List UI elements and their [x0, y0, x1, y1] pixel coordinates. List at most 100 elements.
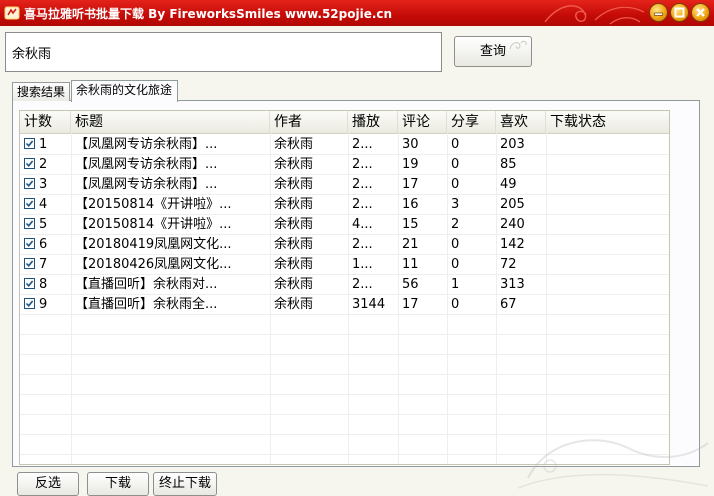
cell-author: 余秋雨 [270, 255, 348, 275]
search-input[interactable] [5, 32, 442, 72]
author-text: 余秋雨 [274, 197, 314, 212]
shares-text: 1 [451, 277, 460, 292]
author-text: 余秋雨 [274, 277, 314, 292]
check-icon [25, 140, 34, 148]
cell-shares: 0 [447, 155, 496, 175]
cell-comments: 15 [398, 215, 447, 235]
cell-author: 余秋雨 [270, 195, 348, 215]
plays-text: 2... [352, 177, 373, 192]
column-header-title[interactable]: 标题 [71, 111, 270, 133]
cell-title: 【凤凰网专访余秋雨】... [71, 175, 270, 195]
title-text: 【直播回听】余秋雨全... [75, 297, 218, 312]
tab-search-results[interactable]: 搜索结果 [12, 82, 70, 101]
cell-comments: 17 [398, 175, 447, 195]
author-text: 余秋雨 [274, 297, 314, 312]
cell-comments: 19 [398, 155, 447, 175]
column-header-count[interactable]: 计数 [20, 111, 71, 133]
cell-title: 【20180419凤凰网文化... [71, 235, 270, 255]
check-icon [25, 200, 34, 208]
cell-title: 【20180426凤凰网文化... [71, 255, 270, 275]
button-ornament [509, 40, 527, 50]
comments-text: 17 [402, 177, 419, 192]
row-checkbox[interactable] [24, 298, 35, 309]
row-checkbox[interactable] [24, 178, 35, 189]
cell-likes: 85 [496, 155, 546, 175]
stop-download-button[interactable]: 终止下载 [153, 472, 217, 496]
table-row[interactable]: 8 【直播回听】余秋雨对... 余秋雨 2... 56 1 313 [20, 275, 669, 295]
cell-count: 8 [20, 275, 71, 295]
tab-album[interactable]: 余秋雨的文化旅途 [71, 80, 178, 102]
row-gridline [20, 154, 669, 155]
cell-likes: 142 [496, 235, 546, 255]
check-icon [25, 260, 34, 268]
maximize-button[interactable] [670, 3, 689, 22]
table-row[interactable]: 7 【20180426凤凰网文化... 余秋雨 1... 11 0 72 [20, 255, 669, 275]
table-row[interactable]: 2 【凤凰网专访余秋雨】... 余秋雨 2... 19 0 85 [20, 155, 669, 175]
cell-plays: 2... [348, 235, 398, 255]
row-gridline [20, 194, 669, 195]
author-text: 余秋雨 [274, 177, 314, 192]
minimize-button[interactable] [649, 3, 668, 22]
column-header-plays[interactable]: 播放 [348, 111, 398, 133]
track-list[interactable]: 计数 标题 作者 播放 评论 分享 喜欢 下载状态 1 【凤凰网专访余秋雨】...… [19, 110, 670, 465]
close-button[interactable] [691, 3, 710, 22]
author-text: 余秋雨 [274, 257, 314, 272]
plays-text: 2... [352, 277, 373, 292]
row-checkbox[interactable] [24, 198, 35, 209]
row-gridline [20, 354, 669, 355]
invert-selection-button[interactable]: 反选 [17, 472, 79, 496]
row-checkbox[interactable] [24, 238, 35, 249]
count-text: 6 [39, 237, 48, 252]
check-icon [25, 160, 34, 168]
row-gridline [20, 294, 669, 295]
author-text: 余秋雨 [274, 137, 314, 152]
cell-plays: 2... [348, 195, 398, 215]
column-header-likes[interactable]: 喜欢 [496, 111, 546, 133]
cell-author: 余秋雨 [270, 295, 348, 315]
row-gridline [20, 214, 669, 215]
column-header-author[interactable]: 作者 [270, 111, 348, 133]
cell-likes: 205 [496, 195, 546, 215]
list-header: 计数 标题 作者 播放 评论 分享 喜欢 下载状态 [20, 111, 669, 134]
download-button[interactable]: 下载 [87, 472, 149, 496]
cell-count: 2 [20, 155, 71, 175]
column-header-comments[interactable]: 评论 [398, 111, 447, 133]
search-button[interactable]: 查询 [454, 36, 532, 67]
row-checkbox[interactable] [24, 258, 35, 269]
shares-text: 0 [451, 297, 460, 312]
cell-shares: 2 [447, 215, 496, 235]
table-row[interactable]: 9 【直播回听】余秋雨全... 余秋雨 3144 17 0 67 [20, 295, 669, 315]
cell-shares: 3 [447, 195, 496, 215]
check-icon [25, 280, 34, 288]
cell-shares: 1 [447, 275, 496, 295]
column-header-shares[interactable]: 分享 [447, 111, 496, 133]
title-text: 【直播回听】余秋雨对... [75, 277, 218, 292]
row-checkbox[interactable] [24, 158, 35, 169]
minimize-icon [654, 12, 663, 16]
row-checkbox[interactable] [24, 218, 35, 229]
plays-text: 3144 [352, 297, 386, 312]
author-text: 余秋雨 [274, 237, 314, 252]
likes-text: 240 [500, 217, 525, 232]
cell-status [546, 195, 669, 215]
stop-download-label: 终止下载 [158, 476, 211, 491]
row-checkbox[interactable] [24, 138, 35, 149]
title-text: 【20180426凤凰网文化... [75, 257, 232, 272]
cell-status [546, 175, 669, 195]
cell-status [546, 255, 669, 275]
row-checkbox[interactable] [24, 278, 35, 289]
column-header-status[interactable]: 下载状态 [546, 111, 669, 133]
table-row[interactable]: 1 【凤凰网专访余秋雨】... 余秋雨 2... 30 0 203 [20, 135, 669, 155]
table-row[interactable]: 5 【20150814《开讲啦》... 余秋雨 4... 15 2 240 [20, 215, 669, 235]
cell-plays: 2... [348, 155, 398, 175]
cell-title: 【20150814《开讲啦》... [71, 215, 270, 235]
watermark-logo [517, 439, 709, 489]
table-row[interactable]: 4 【20150814《开讲啦》... 余秋雨 2... 16 3 205 [20, 195, 669, 215]
cell-title: 【直播回听】余秋雨全... [71, 295, 270, 315]
tab-label: 余秋雨的文化旅途 [76, 83, 173, 97]
title-text: 【20180419凤凰网文化... [75, 237, 232, 252]
table-row[interactable]: 3 【凤凰网专访余秋雨】... 余秋雨 2... 17 0 49 [20, 175, 669, 195]
title-bar[interactable]: 喜马拉雅听书批量下载 By FireworksSmiles www.52poji… [0, 0, 714, 26]
check-icon [25, 300, 34, 308]
table-row[interactable]: 6 【20180419凤凰网文化... 余秋雨 2... 21 0 142 [20, 235, 669, 255]
